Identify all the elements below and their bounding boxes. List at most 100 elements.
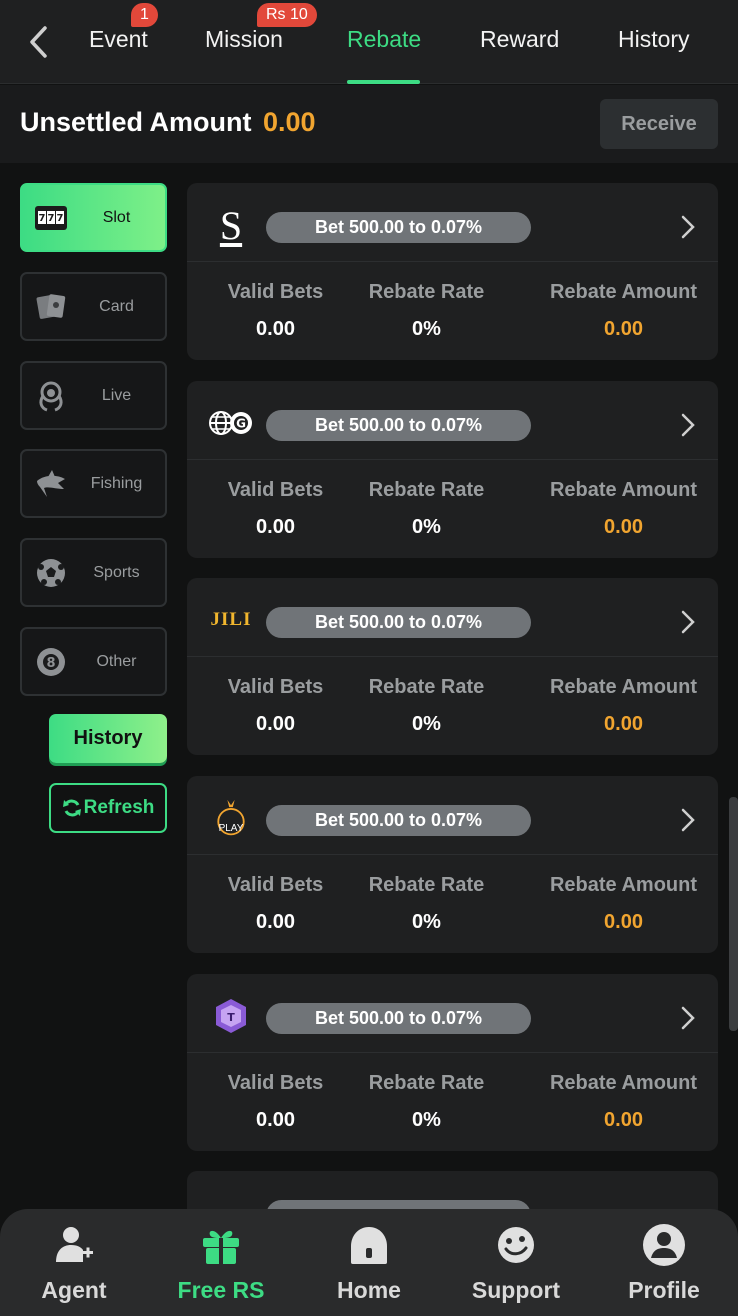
svg-text:7: 7: [39, 213, 46, 224]
provider-card: PLAY Bet 500.00 to 0.07% Valid Bets 0.00 …: [187, 776, 718, 953]
provider-card: T Bet 500.00 to 0.07% Valid Bets 0.00 Reb…: [187, 974, 718, 1151]
history-button[interactable]: History: [49, 714, 167, 763]
rebate-rate-value: 0%: [412, 713, 441, 735]
nav-support[interactable]: Support: [442, 1209, 590, 1316]
support-face-icon: [494, 1223, 538, 1267]
bottom-nav: Agent Free RS Home Support Profile: [0, 1209, 738, 1316]
home-icon: [347, 1223, 391, 1267]
tab-label: Event: [89, 26, 148, 52]
rebate-tier-pill: Bet 500.00 to 0.07%: [266, 607, 531, 638]
provider-card-header[interactable]: T Bet 500.00 to 0.07%: [187, 974, 718, 1053]
rebate-amount-label: Rebate Amount: [549, 874, 698, 896]
nav-profile[interactable]: Profile: [590, 1209, 738, 1316]
rebate-rate-label: Rebate Rate: [368, 874, 485, 896]
category-label: Live: [101, 386, 132, 404]
unsettled-label: Unsettled Amount: [20, 107, 252, 137]
gift-icon: [199, 1223, 243, 1267]
rebate-amount-value: 0.00: [604, 318, 643, 340]
agent-add-icon: [52, 1223, 96, 1267]
svg-text:7: 7: [57, 213, 64, 224]
refresh-button[interactable]: Refresh: [49, 783, 167, 833]
rebate-amount-value: 0.00: [604, 713, 643, 735]
tab-history[interactable]: History: [618, 26, 690, 53]
chevron-left-icon: [30, 26, 47, 58]
tab-label: Rebate: [347, 26, 422, 52]
tab-reward[interactable]: Reward: [480, 26, 559, 53]
shark-icon: [34, 467, 68, 501]
rebate-amount-label: Rebate Amount: [549, 281, 698, 303]
globe-g-provider-logo: G: [207, 403, 255, 443]
top-nav: Event 1 Mission Rs 10 Rebate Reward Hist…: [0, 0, 738, 84]
rebate-tier-pill: Bet 500.00 to 0.07%: [266, 410, 531, 441]
provider-card-header[interactable]: PLAY Bet 500.00 to 0.07%: [187, 776, 718, 855]
soccer-ball-icon: [34, 556, 68, 590]
rebate-amount-label: Rebate Amount: [549, 676, 698, 698]
category-label: Card: [99, 297, 134, 315]
rebate-rate-label: Rebate Rate: [368, 281, 485, 303]
category-fishing[interactable]: Fishing: [20, 449, 167, 518]
svg-text:G: G: [236, 417, 246, 431]
category-label: Slot: [102, 208, 131, 226]
rebate-tier-pill: Bet 500.00 to 0.07%: [266, 1003, 531, 1034]
rebate-amount-label: Rebate Amount: [549, 479, 698, 501]
unsettled-bar: Unsettled Amount 0.00 Receive: [0, 85, 738, 163]
playing-cards-icon: [34, 290, 68, 324]
category-slot[interactable]: 777 Slot: [20, 183, 167, 252]
rebate-amount-column: Rebate Amount 0.00: [535, 479, 712, 539]
rebate-rate-value: 0%: [412, 516, 441, 538]
category-sports[interactable]: Sports: [20, 538, 167, 607]
provider-card-header[interactable]: G Bet 500.00 to 0.07%: [187, 381, 718, 460]
nav-home[interactable]: Home: [295, 1209, 443, 1316]
nav-free-rs[interactable]: Free RS: [147, 1209, 295, 1316]
rebate-rate-label: Rebate Rate: [368, 479, 485, 501]
receive-button[interactable]: Receive: [600, 99, 718, 149]
category-other[interactable]: 8 Other: [20, 627, 167, 696]
nav-label: Free RS: [177, 1277, 265, 1303]
svg-text:7: 7: [48, 213, 55, 224]
refresh-icon: [62, 799, 81, 817]
provider-card: JILI Bet 500.00 to 0.07% Valid Bets 0.00 …: [187, 578, 718, 755]
back-button[interactable]: [22, 24, 54, 60]
nav-label: Home: [337, 1277, 401, 1303]
rebate-screen: Event 1 Mission Rs 10 Rebate Reward Hist…: [0, 0, 738, 1316]
chevron-right-icon[interactable]: [676, 411, 700, 439]
nav-agent[interactable]: Agent: [0, 1209, 148, 1316]
provider-card: S Bet 500.00 to 0.07% Valid Bets 0.00 Reb…: [187, 183, 718, 360]
scrollbar[interactable]: [729, 797, 738, 1031]
rebate-rate-column: Rebate Rate 0%: [338, 479, 515, 539]
reward-badge: Rs 10: [257, 3, 317, 27]
tab-label: Reward: [480, 26, 560, 52]
hexagon-provider-logo: T: [207, 996, 255, 1036]
chevron-right-icon[interactable]: [676, 1004, 700, 1032]
active-tab-indicator: [347, 80, 420, 84]
tab-event[interactable]: Event: [89, 26, 148, 53]
rebate-amount-value: 0.00: [604, 516, 643, 538]
rebate-rate-column: Rebate Rate 0%: [338, 676, 515, 736]
tab-mission[interactable]: Mission: [205, 26, 283, 53]
rebate-rate-value: 0%: [412, 911, 441, 933]
provider-card-header[interactable]: JILI Bet 500.00 to 0.07%: [187, 578, 718, 657]
category-live[interactable]: Live: [20, 361, 167, 430]
chevron-right-icon[interactable]: [676, 213, 700, 241]
rebate-rate-column: Rebate Rate 0%: [338, 281, 515, 341]
category-label: Other: [96, 652, 137, 670]
slot-machine-icon: 777: [34, 201, 68, 235]
rebate-tier-pill: Bet 500.00 to 0.07%: [266, 212, 531, 243]
eight-ball-icon: 8: [34, 645, 68, 679]
rebate-tier-pill: Bet 500.00 to 0.07%: [266, 805, 531, 836]
rebate-amount-column: Rebate Amount 0.00: [535, 874, 712, 934]
category-label: Sports: [93, 563, 140, 581]
chevron-right-icon[interactable]: [676, 608, 700, 636]
rebate-rate-label: Rebate Rate: [368, 1072, 485, 1094]
play-provider-logo: PLAY: [207, 798, 255, 838]
rebate-amount-label: Rebate Amount: [549, 1072, 698, 1094]
category-label: Fishing: [90, 474, 143, 492]
nav-label: Support: [471, 1277, 561, 1303]
notification-badge: 1: [131, 3, 158, 27]
provider-card-header[interactable]: S Bet 500.00 to 0.07%: [187, 183, 718, 262]
tab-rebate[interactable]: Rebate: [347, 26, 421, 53]
refresh-label: Refresh: [83, 797, 155, 818]
chevron-right-icon[interactable]: [676, 806, 700, 834]
rebate-amount-value: 0.00: [604, 911, 643, 933]
category-card[interactable]: Card: [20, 272, 167, 341]
